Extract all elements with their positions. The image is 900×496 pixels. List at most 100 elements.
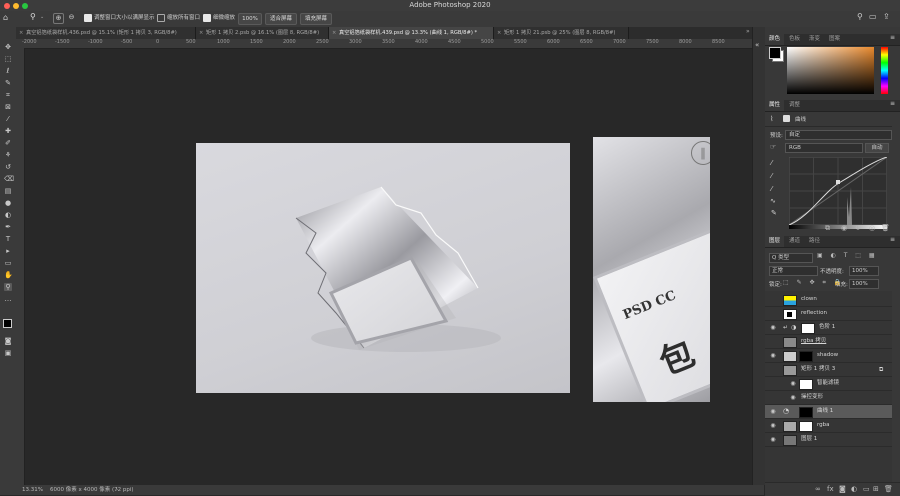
eye-icon[interactable]: ◉ <box>789 377 797 390</box>
scrubby-zoom-checkbox[interactable]: 细微缩放 <box>203 13 235 24</box>
layer-mask-thumbnail[interactable] <box>799 421 813 432</box>
close-tab-icon[interactable]: × <box>199 27 203 39</box>
color-picker-field[interactable] <box>787 47 874 94</box>
layer-mask-thumbnail[interactable] <box>799 351 813 362</box>
tab-document-439[interactable]: × 真空铝箔纸袋样机.439.psd @ 13.3% (曲线 1, RGB/8#)… <box>329 27 494 39</box>
stamp-tool-icon[interactable]: ⚘ <box>4 151 12 159</box>
home-icon[interactable]: ⌂ <box>3 13 8 22</box>
layer-name[interactable]: 矩形 1 拷贝 3 <box>801 363 835 376</box>
pencil-icon[interactable]: ✎ <box>771 209 777 217</box>
marquee-tool-icon[interactable]: ⬚ <box>4 55 12 63</box>
chevron-down-icon[interactable]: ⌄ <box>40 14 44 20</box>
eye-icon[interactable]: ◉ <box>769 419 777 432</box>
panel-menu-icon[interactable]: ≡ <box>890 236 895 243</box>
layer-mask-thumbnail[interactable] <box>799 407 813 418</box>
tab-channels[interactable]: 通道 <box>785 236 804 247</box>
hue-slider[interactable] <box>881 47 888 94</box>
workspace-icon[interactable]: ▭ <box>869 12 877 21</box>
layer-row[interactable]: 矩形 1 拷贝 3 ⧉ <box>765 363 892 377</box>
tab-color[interactable]: 颜色 <box>765 34 785 45</box>
layer-name[interactable]: 色阶 1 <box>819 321 835 334</box>
layer-name[interactable]: shadow <box>817 349 838 362</box>
history-brush-icon[interactable]: ↺ <box>4 163 12 171</box>
eyedropper-white-icon[interactable]: ⁄ <box>771 185 772 193</box>
layer-row[interactable]: ◉ 图层 1 <box>765 433 892 447</box>
zoom-value-field[interactable]: 100% <box>238 13 262 25</box>
move-tool-icon[interactable]: ✥ <box>4 43 12 51</box>
layer-name[interactable]: 智能滤镜 <box>817 377 839 390</box>
layer-row[interactable]: rgba 拷贝 <box>765 335 892 349</box>
layer-row-selected[interactable]: ◉ ◔ 曲线 1 <box>765 405 892 419</box>
layer-name[interactable]: rgba 拷贝 <box>801 335 826 348</box>
trash-icon[interactable]: 🗑 <box>881 224 890 232</box>
layer-filter-select[interactable]: Q 类型 <box>769 253 813 263</box>
blur-tool-icon[interactable]: ● <box>4 199 12 207</box>
eraser-tool-icon[interactable]: ⌫ <box>4 175 14 183</box>
layer-row[interactable]: ◉ rgba <box>765 419 892 433</box>
eyedropper-gray-icon[interactable]: ⁄ <box>771 172 772 180</box>
brush-tool-icon[interactable]: ✐ <box>4 139 12 147</box>
reset-icon[interactable]: ↺ <box>855 224 861 232</box>
canvas-area[interactable]: ∥ PSD CC 包 <box>25 49 764 485</box>
filter-icons[interactable]: ▣ ◐ T ⬚ ▦ <box>817 252 878 259</box>
tab-adjustments[interactable]: 调整 <box>785 100 804 111</box>
resize-windows-checkbox[interactable]: 调整窗口大小以满屏显示 <box>84 13 155 24</box>
layer-mask-thumbnail[interactable] <box>801 323 815 334</box>
mask-icon[interactable] <box>783 115 790 122</box>
fill-screen-button[interactable]: 填充屏幕 <box>300 13 332 25</box>
more-tools-icon[interactable]: … <box>4 295 12 303</box>
eye-icon[interactable]: ◉ <box>769 433 777 446</box>
tab-patterns[interactable]: 图案 <box>825 34 844 45</box>
visibility-icon[interactable]: ◎ <box>869 224 875 232</box>
eyedropper-black-icon[interactable]: ⁄ <box>771 159 772 167</box>
pen-tool-icon[interactable]: ✒ <box>4 223 12 231</box>
close-tab-icon[interactable]: × <box>19 27 23 39</box>
status-zoom[interactable]: 13.31% <box>22 485 43 495</box>
layer-row[interactable]: ◉ 智能滤镜 <box>765 377 892 391</box>
layer-row[interactable]: ◉ shadow <box>765 349 892 363</box>
layer-row[interactable]: ◉ 操控变形 <box>765 391 892 405</box>
healing-brush-icon[interactable]: ✚ <box>4 127 12 135</box>
filter-mask-thumbnail[interactable] <box>799 379 813 390</box>
tab-swatches[interactable]: 色板 <box>785 34 804 45</box>
layer-name[interactable]: reflection <box>801 307 827 320</box>
detail-artboard[interactable]: ∥ PSD CC 包 <box>593 137 710 402</box>
zoom-tool-icon[interactable]: ⚲ <box>4 283 12 291</box>
layer-row[interactable]: reflection <box>765 307 892 321</box>
expand-panels-icon[interactable]: « <box>755 41 759 49</box>
link-layers-icon[interactable]: ∞ <box>815 485 821 493</box>
tab-document-psb-21[interactable]: × 矩形 1 拷贝 21.psb @ 25% (图层 8, RGB/8#) <box>494 27 629 39</box>
tab-overflow-icon[interactable]: » <box>746 28 750 35</box>
tab-document-436[interactable]: × 真空铝箔纸袋样机.436.psd @ 15.1% (矩形 1 拷贝 3, RG… <box>16 27 196 39</box>
path-select-icon[interactable]: ▸ <box>4 247 12 255</box>
foreground-color-swatch[interactable] <box>3 319 12 328</box>
quick-mask-icon[interactable]: ◙ <box>4 337 12 345</box>
fill-field[interactable]: 100% <box>849 279 879 289</box>
screen-mode-icon[interactable]: ▣ <box>4 349 12 357</box>
tab-document-psb-2[interactable]: × 矩形 1 拷贝 2.psb @ 16.1% (图层 8, RGB/8#) <box>196 27 329 39</box>
clip-to-layer-icon[interactable]: ⧉ <box>825 224 830 233</box>
eye-icon[interactable]: ◉ <box>769 321 777 334</box>
crop-tool-icon[interactable]: ⌗ <box>4 91 12 99</box>
tab-paths[interactable]: 路径 <box>805 236 824 247</box>
share-icon[interactable]: ⇪ <box>883 12 890 21</box>
close-tab-icon[interactable]: × <box>332 27 336 39</box>
layer-row[interactable]: clown <box>765 293 892 307</box>
fit-screen-button[interactable]: 适合屏幕 <box>265 13 297 25</box>
panel-menu-icon[interactable]: ≡ <box>890 100 895 107</box>
target-adjust-icon[interactable]: ☞ <box>770 143 776 151</box>
layer-name[interactable]: 操控变形 <box>801 391 823 404</box>
search-icon[interactable]: ⚲ <box>857 12 863 21</box>
zoom-out-icon[interactable]: ⊖ <box>67 13 76 22</box>
layer-style-icon[interactable]: fx <box>827 485 834 493</box>
new-layer-icon[interactable]: ⊞ <box>873 485 879 493</box>
tab-gradients[interactable]: 渐变 <box>805 34 824 45</box>
zoom-in-icon[interactable]: ⊕ <box>53 13 64 24</box>
auto-button[interactable]: 自动 <box>865 143 889 153</box>
add-mask-icon[interactable]: ◙ <box>839 485 846 493</box>
hand-tool-icon[interactable]: ✋ <box>4 271 13 279</box>
tab-properties[interactable]: 属性 <box>765 100 785 111</box>
layer-name[interactable]: clown <box>801 293 817 306</box>
eye-icon[interactable]: ◉ <box>769 405 777 418</box>
tab-layers[interactable]: 图层 <box>765 236 785 247</box>
